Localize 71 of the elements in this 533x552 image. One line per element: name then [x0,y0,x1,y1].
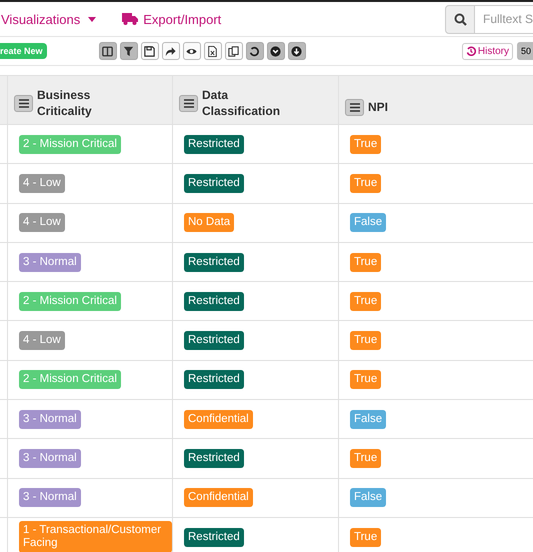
status-tag: 3 - Normal [19,488,81,508]
status-tag: True [350,174,382,193]
status-tag: True [350,134,382,154]
status-tag: 2 - Mission Critical [19,370,121,390]
truck-icon [122,13,138,25]
history-button[interactable]: History [462,42,513,60]
column-header: NPI [368,99,388,115]
save-icon [144,46,156,56]
status-tag: Restricted [184,292,244,311]
column-menu-button[interactable] [179,94,198,112]
status-tag: 3 - Normal [19,449,81,468]
status-tag: 4 - Low [19,174,65,193]
status-tag: Confidential [184,410,253,429]
columns-button[interactable] [98,42,117,60]
share-button[interactable] [162,42,180,60]
status-tag: True [350,292,382,311]
status-tag: 4 - Low [19,331,65,350]
status-tag: True [350,331,382,350]
column-menu-button[interactable] [14,94,33,112]
status-tag: 2 - Mission Critical [19,292,121,311]
excel-file-button[interactable] [204,42,222,60]
status-tag: Restricted [184,449,244,468]
status-tag: False [350,213,386,232]
menu-icon [350,102,360,112]
undo-button[interactable] [246,42,264,60]
status-tag: 2 - Mission Critical [19,134,121,154]
status-tag: Restricted [184,370,244,390]
status-tag: Restricted [184,528,244,547]
column-header: Business Criticality [37,86,93,118]
visualizations-menu[interactable]: Visualizations [1,12,96,26]
menu-icon [184,98,194,108]
status-tag: True [350,252,382,272]
status-tag: False [350,488,386,508]
status-tag: 4 - Low [19,213,65,232]
filter-icon [123,46,134,56]
search-button[interactable] [445,4,475,34]
status-tag: Restricted [184,331,244,350]
search-field[interactable]: Fulltext S [475,4,533,34]
status-tag: Confidential [184,488,253,508]
export-import-link[interactable]: Export/Import [122,12,222,26]
columns-icon [102,46,114,56]
status-tag: True [350,528,382,547]
download-button[interactable] [288,42,306,60]
download-icon [291,46,302,56]
excel-file-icon [207,46,218,56]
chevron-down-icon [270,46,282,56]
status-tag: Restricted [184,252,244,272]
menu-icon [18,98,28,108]
status-tag: False [350,410,386,429]
status-tag: 3 - Normal [19,252,81,272]
save-button[interactable] [140,42,159,60]
status-tag: No Data [184,213,234,232]
undo-icon [249,46,260,56]
search-icon [454,12,466,26]
copy-button[interactable] [224,42,243,60]
share-icon [165,46,176,56]
status-tag: True [350,449,382,468]
history-icon [466,46,476,56]
caret-icon [88,16,96,22]
filter-button[interactable] [120,42,138,60]
eye-button[interactable] [182,42,201,60]
chevron-down-button[interactable] [266,42,285,60]
status-tag: Restricted [184,134,244,154]
status-tag: 1 - Transactional/Customer Facing [19,521,172,552]
column-header: Data Classification [202,86,282,118]
column-menu-button[interactable] [345,98,364,116]
page-size-button[interactable]: 50 [517,42,533,60]
copy-icon [228,46,240,56]
status-tag: Restricted [184,174,244,193]
status-tag: True [350,370,382,390]
status-tag: 3 - Normal [19,410,81,429]
